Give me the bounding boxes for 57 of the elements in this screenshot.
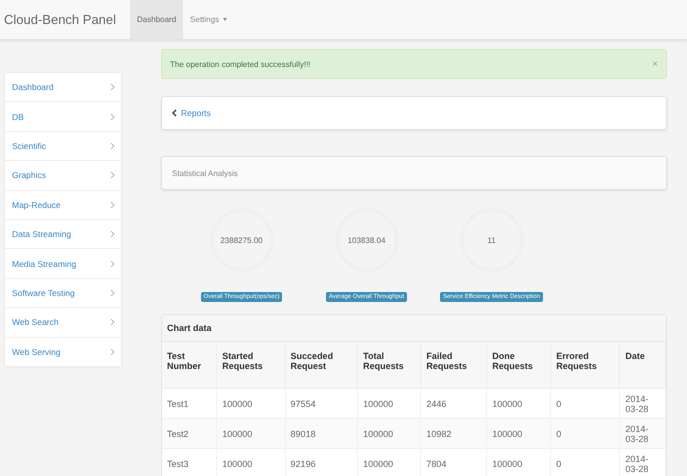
column-header: Started Requests bbox=[216, 342, 286, 388]
chevron-right-icon bbox=[110, 83, 115, 92]
column-header: Test Number bbox=[162, 342, 217, 388]
chevron-right-icon bbox=[110, 318, 115, 326]
chevron-right-icon bbox=[110, 200, 115, 209]
table-cell: Test2 bbox=[162, 418, 217, 448]
table-cell: 100000 bbox=[216, 418, 286, 448]
back-link[interactable]: Reports bbox=[172, 108, 211, 118]
nav-tab[interactable]: Settings bbox=[183, 0, 234, 39]
table-cell: 0 bbox=[550, 418, 620, 448]
metric-value: 103838.04 bbox=[348, 236, 386, 244]
column-header: Total Requests bbox=[358, 342, 421, 388]
chevron-right-icon bbox=[110, 348, 115, 356]
sidebar-item[interactable]: Data Streaming bbox=[5, 220, 121, 250]
sidebar-item[interactable]: Dashboard bbox=[5, 73, 121, 102]
column-header: Date bbox=[620, 342, 666, 388]
brand-title[interactable]: Cloud-Bench Panel bbox=[4, 12, 116, 27]
chevron-right-icon bbox=[110, 171, 115, 180]
table-cell: 0 bbox=[550, 448, 620, 476]
table-cell: 7804 bbox=[420, 448, 487, 476]
sidebar-item[interactable]: Web Search bbox=[5, 308, 121, 338]
chevron-left-icon bbox=[172, 109, 177, 117]
metric-value: 2388275.00 bbox=[220, 236, 263, 244]
chevron-right-icon bbox=[110, 230, 115, 238]
table-cell: 100000 bbox=[486, 448, 551, 476]
sidebar-item[interactable]: Map-Reduce bbox=[5, 190, 121, 220]
caret-icon bbox=[223, 18, 228, 21]
table-cell: 100000 bbox=[486, 418, 551, 448]
table-cell: 100000 bbox=[358, 448, 421, 476]
column-header: Succeded Request bbox=[285, 342, 358, 388]
chevron-right-icon bbox=[110, 260, 115, 268]
close-button[interactable]: × bbox=[652, 58, 658, 70]
nav-tab[interactable]: Dashboard bbox=[130, 0, 184, 39]
sidebar-item[interactable]: Graphics bbox=[5, 161, 121, 191]
sidebar-item[interactable]: Web Serving bbox=[5, 338, 121, 367]
sidebar-item[interactable]: DB bbox=[5, 102, 121, 132]
table-cell: 10982 bbox=[420, 418, 487, 448]
alert-message: The operation completed successfully!!! bbox=[170, 60, 311, 68]
chevron-right-icon bbox=[110, 288, 115, 297]
table-cell: Test3 bbox=[162, 448, 217, 476]
column-header: Errored Requests bbox=[550, 342, 620, 388]
chevron-right-icon bbox=[110, 112, 115, 121]
column-header: Failed Requests bbox=[420, 342, 487, 388]
table-cell: 100000 bbox=[216, 448, 286, 476]
table-title: Chart data bbox=[162, 315, 666, 342]
sidebar-item[interactable]: Software Testing bbox=[5, 278, 121, 308]
table-cell: 100000 bbox=[358, 418, 421, 448]
panel-title: Statistical Analysis bbox=[172, 168, 238, 178]
chevron-right-icon bbox=[110, 142, 115, 150]
metric-value: 11 bbox=[487, 236, 496, 244]
sidebar-item[interactable]: Media Streaming bbox=[5, 249, 121, 279]
table-cell: 92196 bbox=[285, 448, 358, 476]
sidebar-item[interactable]: Scientific bbox=[5, 132, 121, 162]
table-cell: 2014-03-28 bbox=[620, 418, 666, 448]
column-header: Done Requests bbox=[486, 342, 551, 388]
table-cell: 89018 bbox=[285, 418, 358, 448]
table-cell: 2014-03-28 bbox=[620, 448, 666, 476]
